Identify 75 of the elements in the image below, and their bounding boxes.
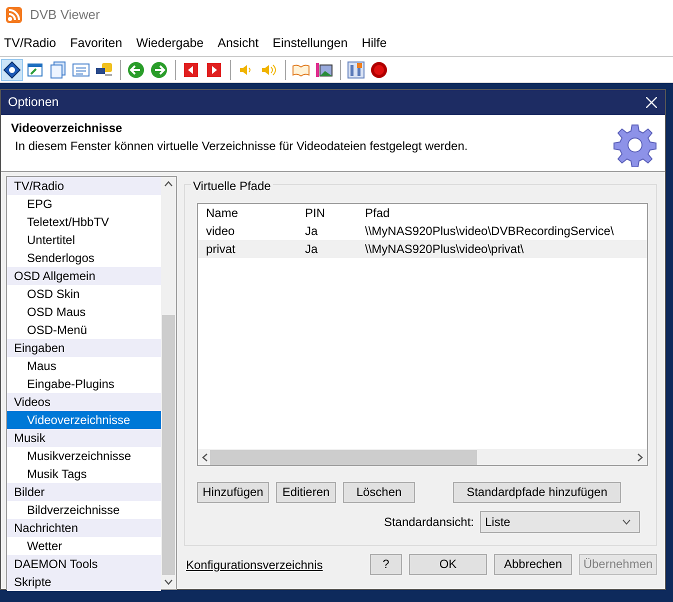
list-icon — [72, 60, 90, 78]
path-list[interactable]: Name PIN Pfad video Ja \\MyNAS920Plus\video\DVBRecordingService\ privat Ja \\MyNAS920Plus\video\privat\ — [197, 203, 648, 466]
dialog-button[interactable]: Abbrechen — [494, 554, 572, 575]
image-icon — [315, 60, 333, 78]
scroll-down-icon[interactable] — [164, 579, 173, 585]
tree-item[interactable]: Skripte — [7, 573, 161, 591]
tree-item[interactable]: OSD Maus — [7, 303, 161, 321]
action-button[interactable]: Hinzufügen — [197, 482, 269, 503]
action-button[interactable]: Standardpfade hinzufügen — [453, 482, 621, 503]
pages-icon — [49, 60, 67, 78]
menu-item[interactable]: Einstellungen — [268, 34, 354, 52]
tree-item[interactable]: Senderlogos — [7, 249, 161, 267]
table-cell-text: Ja — [304, 223, 319, 240]
previous-icon — [182, 60, 200, 78]
close-icon[interactable] — [646, 97, 657, 108]
menu-item[interactable]: Ansicht — [214, 34, 265, 52]
tree-item[interactable]: Teletext/HbbTV — [7, 213, 161, 231]
toolbar-button[interactable] — [1, 58, 23, 80]
menu-item[interactable]: Wiedergabe — [132, 34, 210, 52]
dialog-button[interactable]: OK — [409, 554, 487, 575]
column-header[interactable]: PIN — [298, 204, 358, 222]
dialog-title: Optionen — [8, 94, 59, 112]
gear-icon — [613, 123, 657, 167]
tree-item[interactable]: Eingaben — [7, 339, 161, 357]
window-title: DVB Viewer — [30, 6, 100, 24]
chevron-down-icon — [622, 519, 631, 525]
tree-item[interactable]: Maus — [7, 357, 161, 375]
scroll-up-icon[interactable] — [164, 181, 173, 187]
scroll-right-icon[interactable] — [637, 452, 643, 462]
table-row[interactable]: video Ja \\MyNAS920Plus\video\DVBRecordingService\ — [198, 222, 647, 240]
table-cell-text: privat — [205, 241, 236, 258]
record-icon — [370, 60, 388, 78]
next-icon — [205, 60, 223, 78]
table-cell-text: \\MyNAS920Plus\video\DVBRecordingService\ — [364, 223, 615, 240]
column-header[interactable]: Name — [198, 204, 298, 222]
tree-item[interactable]: DAEMON Tools — [7, 555, 161, 573]
tree-item[interactable]: OSD Skin — [7, 285, 161, 303]
tree-item[interactable]: Bilder — [7, 483, 161, 501]
tree-item[interactable]: EPG — [7, 195, 161, 213]
column-header[interactable]: Pfad — [358, 204, 647, 222]
menu-item[interactable]: Favoriten — [66, 34, 128, 52]
window-icon — [26, 60, 44, 78]
view-dropdown[interactable]: Liste — [480, 511, 640, 533]
scrollbar-thumb[interactable] — [210, 450, 477, 464]
tree-item[interactable]: Musik — [7, 429, 161, 447]
app-icon — [6, 7, 22, 23]
tree-item[interactable]: Eingabe-Plugins — [7, 375, 161, 393]
tree-item[interactable]: Bildverzeichnisse — [7, 501, 161, 519]
scrollbar-thumb[interactable] — [162, 315, 175, 575]
tree-item[interactable]: OSD-Menü — [7, 321, 161, 339]
action-button[interactable]: Löschen — [343, 482, 415, 503]
diamond-icon — [3, 60, 21, 78]
tree-item[interactable]: Videos — [7, 393, 161, 411]
scroll-left-icon[interactable] — [202, 452, 208, 462]
table-cell-text: video — [205, 223, 236, 240]
table-cell-text: \\MyNAS920Plus\video\privat\ — [364, 241, 525, 258]
page-heading: Videoverzeichnisse — [11, 120, 124, 137]
tree-item[interactable]: Wetter — [7, 537, 161, 555]
tree-item[interactable]: OSD Allgemein — [7, 267, 161, 285]
page-description: In diesem Fenster können virtuelle Verzeichnisse für Videodateien festgelegt werden. — [14, 138, 468, 155]
tree-item[interactable]: Untertitel — [7, 231, 161, 249]
action-button[interactable]: Editieren — [276, 482, 336, 503]
tree-item[interactable]: Musikverzeichnisse — [7, 447, 161, 465]
table-row[interactable]: privat Ja \\MyNAS920Plus\video\privat\ — [198, 240, 647, 258]
dropdown-value: Liste — [485, 514, 510, 531]
menu-item[interactable]: Hilfe — [358, 34, 393, 52]
tree-item[interactable]: TV/Radio — [7, 177, 161, 195]
field-label: Standardansicht: — [384, 514, 474, 531]
dialog-button[interactable]: ? — [370, 554, 402, 575]
config-folder-link[interactable]: Konfigurationsverzeichnis — [186, 556, 323, 574]
table-cell-text: Ja — [304, 241, 319, 258]
tree-item[interactable]: Nachrichten — [7, 519, 161, 537]
tree-item[interactable]: Videoverzeichnisse — [7, 411, 161, 429]
tree-item[interactable]: Musik Tags — [7, 465, 161, 483]
menu-item[interactable]: TV/Radio — [0, 34, 62, 52]
